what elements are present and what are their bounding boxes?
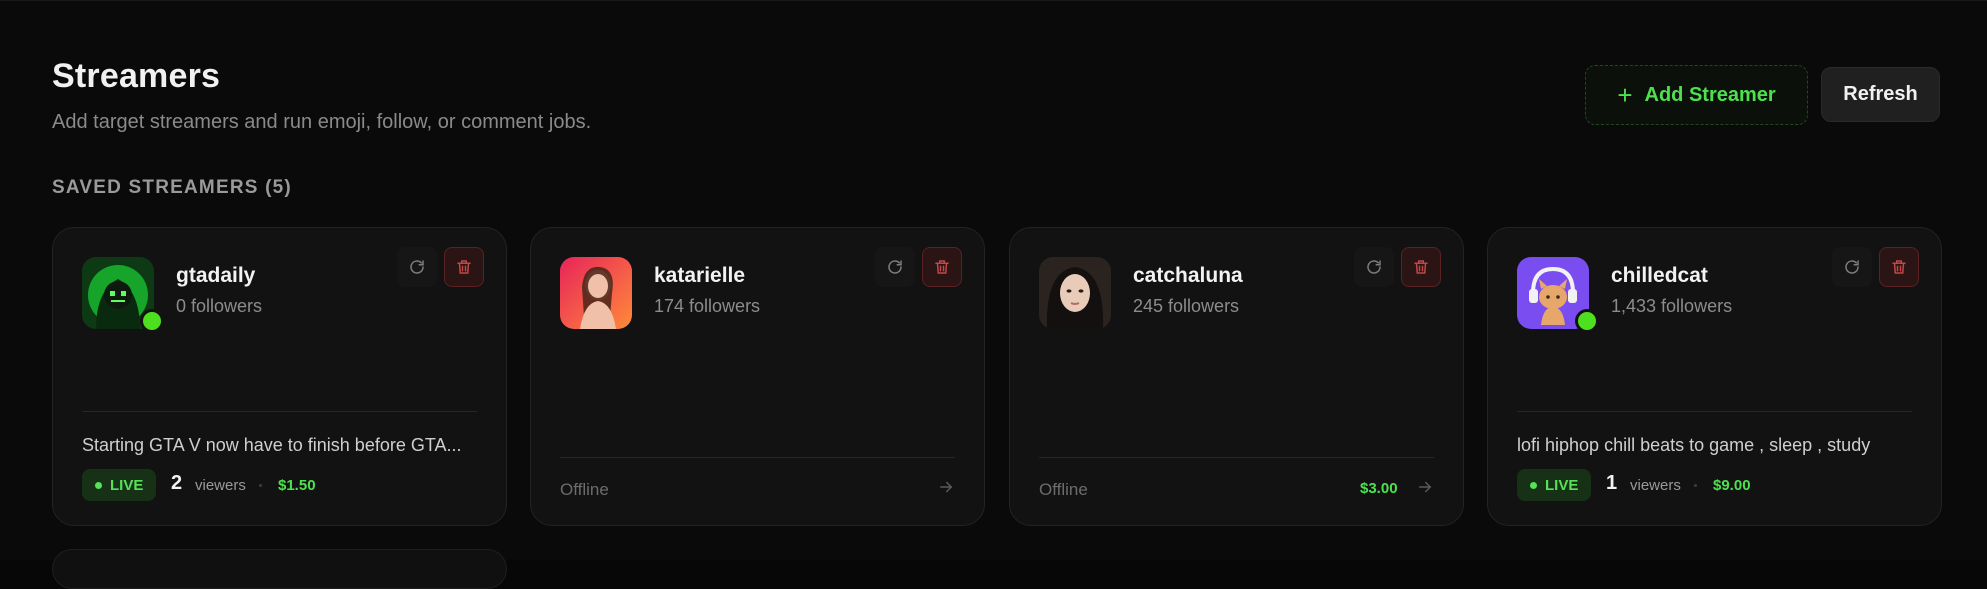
streamer-name: katarielle [654, 264, 746, 287]
live-badge: LIVE [82, 469, 157, 501]
viewers-label: viewers [195, 477, 246, 494]
page-title: Streamers [52, 57, 221, 95]
plus-icon: + [1617, 80, 1633, 110]
streamer-followers: 0 followers [176, 296, 263, 316]
streamer-name: chilledcat [1611, 264, 1708, 287]
live-badge: LIVE [1517, 469, 1592, 501]
viewers-count: 2 [171, 472, 183, 494]
live-dot-icon [95, 481, 102, 489]
viewers-label: viewers [1630, 477, 1681, 494]
price: $9.00 [1713, 477, 1751, 494]
delete-streamer-button[interactable] [444, 247, 484, 287]
viewers-count: 1 [1606, 472, 1618, 494]
stream-title: Starting GTA V now have to finish before… [82, 435, 462, 455]
card-divider [1039, 457, 1434, 458]
refresh-button[interactable]: Refresh [1821, 67, 1940, 122]
section-label: SAVED STREAMERS (5) [52, 177, 292, 198]
streamer-name: catchaluna [1133, 264, 1243, 287]
avatar [560, 257, 632, 329]
streamers-panel: Streamers Add target streamers and run e… [0, 0, 1987, 589]
card-divider [560, 457, 955, 458]
streamer-card-chilledcat[interactable]: chilledcat 1,433 followers lofi hiphop c… [1487, 227, 1942, 526]
streamer-name: gtadaily [176, 264, 256, 287]
streamer-card-katarielle[interactable]: katarielle 174 followers Offline [530, 227, 985, 526]
streamer-card-partial[interactable] [52, 549, 507, 589]
delete-streamer-button[interactable] [922, 247, 962, 287]
refresh-streamer-button[interactable] [875, 247, 915, 287]
stream-title: lofi hiphop chill beats to game , sleep … [1517, 435, 1871, 455]
add-streamer-label: Add Streamer [1644, 83, 1776, 106]
page-subtitle: Add target streamers and run emoji, foll… [52, 111, 592, 133]
live-dot-icon [1530, 481, 1537, 489]
card-divider [82, 411, 477, 412]
delete-streamer-button[interactable] [1879, 247, 1919, 287]
offline-status: Offline [1039, 480, 1088, 499]
trash-icon [1414, 260, 1428, 274]
price: $3.00 [1360, 480, 1398, 497]
online-indicator [140, 309, 164, 333]
online-indicator [1575, 309, 1599, 333]
price: $1.50 [278, 477, 316, 494]
refresh-streamer-button[interactable] [397, 247, 437, 287]
refresh-icon [1845, 260, 1859, 274]
avatar [1039, 257, 1111, 329]
add-streamer-button[interactable]: + Add Streamer [1585, 65, 1808, 125]
separator-dot [259, 484, 262, 487]
streamer-card-gtadaily[interactable]: gtadaily 0 followers Starting GTA V now … [52, 227, 507, 526]
trash-icon [935, 260, 949, 274]
refresh-icon [888, 260, 902, 274]
arrow-right-icon[interactable] [1416, 478, 1434, 496]
live-label: LIVE [1545, 476, 1579, 494]
streamer-card-catchaluna[interactable]: catchaluna 245 followers Offline $3.00 [1009, 227, 1464, 526]
card-divider [1517, 411, 1912, 412]
refresh-icon [1367, 260, 1381, 274]
streamer-followers: 245 followers [1133, 296, 1240, 316]
offline-status: Offline [560, 480, 609, 499]
delete-streamer-button[interactable] [1401, 247, 1441, 287]
separator-dot [1694, 484, 1697, 487]
trash-icon [457, 260, 471, 274]
live-label: LIVE [110, 476, 144, 494]
refresh-icon [410, 260, 424, 274]
streamer-followers: 1,433 followers [1611, 296, 1733, 316]
arrow-right-icon[interactable] [937, 478, 955, 496]
trash-icon [1892, 260, 1906, 274]
refresh-streamer-button[interactable] [1354, 247, 1394, 287]
streamer-followers: 174 followers [654, 296, 761, 316]
refresh-streamer-button[interactable] [1832, 247, 1872, 287]
